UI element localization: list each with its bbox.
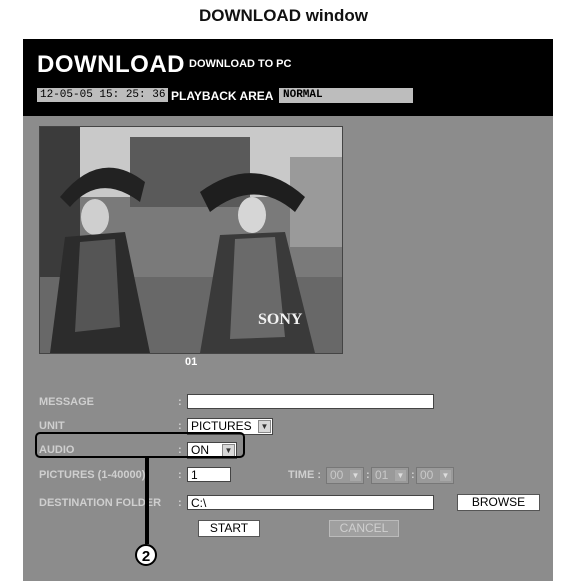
time-separator: : [366, 469, 370, 481]
chevron-down-icon[interactable]: ▼ [349, 469, 362, 482]
destination-label: DESTINATION FOLDER [39, 497, 162, 509]
chevron-down-icon[interactable]: ▼ [394, 469, 407, 482]
time-hours-value: 00 [330, 468, 344, 482]
message-label: MESSAGE [39, 396, 95, 408]
unit-colon: : [178, 420, 182, 432]
time-seconds-value: 00 [420, 468, 434, 482]
unit-select-value: PICTURES [191, 419, 252, 433]
message-colon: : [178, 396, 182, 408]
time-minutes-value: 01 [375, 468, 389, 482]
callout-number: 2 [135, 544, 157, 566]
playback-area-value: NORMAL [279, 88, 413, 103]
pictures-input[interactable]: 1 [187, 467, 231, 482]
window-title: DOWNLOAD [37, 51, 185, 78]
playback-area-label: PLAYBACK AREA [171, 89, 274, 103]
pictures-label: PICTURES (1-40000) [39, 469, 146, 481]
browse-button[interactable]: BROWSE [457, 494, 540, 511]
chevron-down-icon[interactable]: ▼ [258, 420, 271, 433]
time-minutes-select[interactable]: 01 ▼ [371, 467, 409, 484]
document-title: DOWNLOAD window [198, 6, 369, 25]
start-button[interactable]: START [198, 520, 260, 537]
time-seconds-select[interactable]: 00 ▼ [416, 467, 454, 484]
video-preview: SONY [39, 126, 343, 354]
cancel-button[interactable]: CANCEL [329, 520, 399, 537]
frame-number: 01 [185, 356, 198, 368]
window-subtitle: DOWNLOAD TO PC [189, 58, 292, 70]
chevron-down-icon[interactable]: ▼ [439, 469, 452, 482]
datetime-display: 12-05-05 15: 25: 36 [37, 88, 169, 102]
audio-highlight-box [35, 432, 245, 458]
destination-input[interactable]: C:\ [187, 495, 434, 510]
window-header: DOWNLOAD DOWNLOAD TO PC 12-05-05 15: 25:… [23, 39, 553, 116]
callout-line [145, 458, 149, 544]
message-input[interactable] [187, 394, 434, 409]
time-hours-select[interactable]: 00 ▼ [326, 467, 364, 484]
time-label: TIME : [288, 469, 321, 481]
pictures-colon: : [178, 469, 182, 481]
time-separator: : [411, 469, 415, 481]
download-window: DOWNLOAD DOWNLOAD TO PC 12-05-05 15: 25:… [23, 39, 553, 581]
unit-label: UNIT [39, 420, 65, 432]
video-watermark: SONY [258, 311, 303, 328]
destination-colon: : [178, 497, 182, 509]
